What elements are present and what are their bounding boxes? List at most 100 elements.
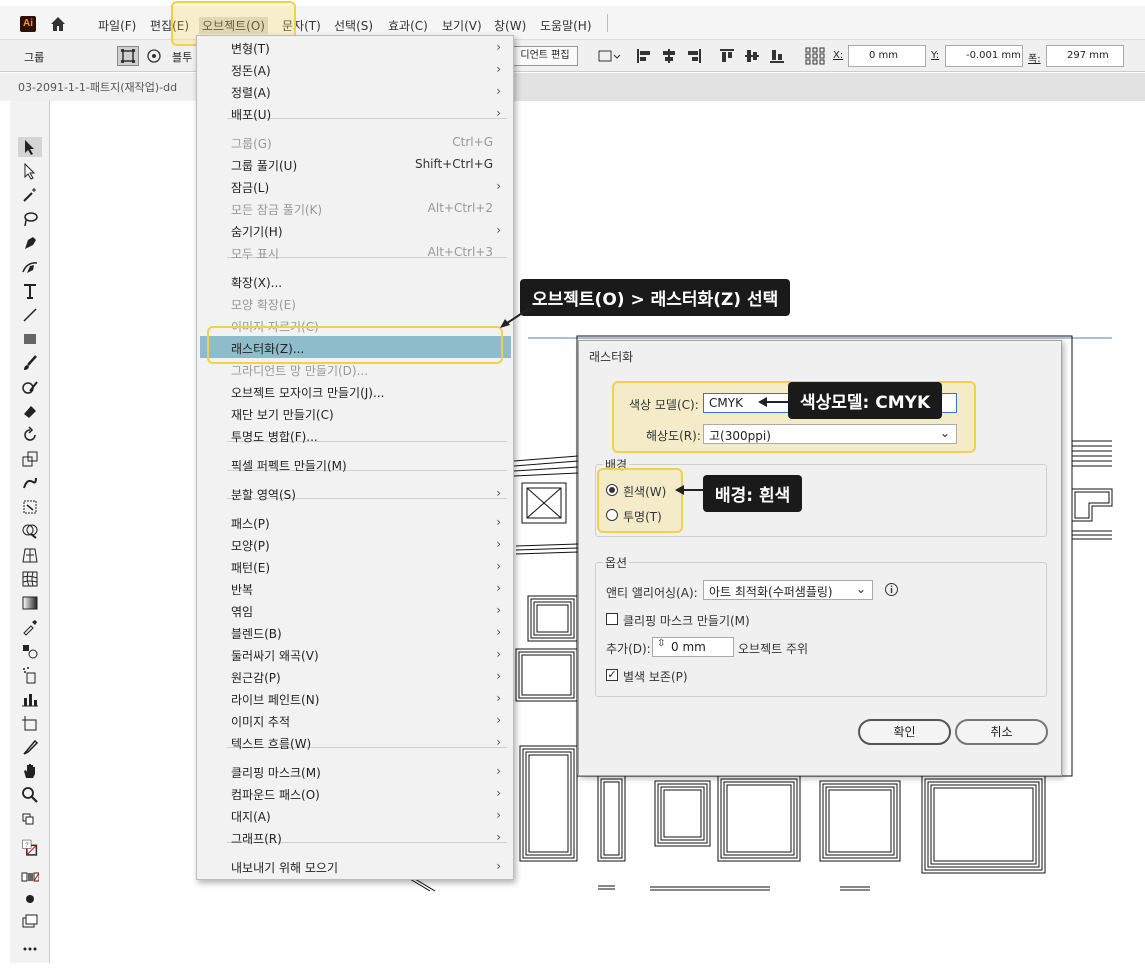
object-menu-item[interactable]: 블렌드(B) xyxy=(231,625,282,642)
object-menu-item[interactable]: 라이브 페인트(N) xyxy=(231,691,319,708)
menu-window[interactable]: 창(W) xyxy=(494,17,526,34)
default-colors-icon[interactable] xyxy=(18,811,42,831)
object-menu-item[interactable]: 그룹 풀기(U) xyxy=(231,157,297,174)
info-icon[interactable] xyxy=(884,582,899,597)
direct-selection-tool-icon[interactable] xyxy=(18,161,42,181)
object-menu-item[interactable]: 대지(A) xyxy=(231,808,271,825)
menu-help[interactable]: 도움말(H) xyxy=(540,17,592,34)
hand-tool-icon[interactable] xyxy=(18,761,42,781)
menu-select[interactable]: 선택(S) xyxy=(334,17,373,34)
object-menu-item[interactable]: 숨기기(H) xyxy=(231,223,283,240)
selection-tool-icon[interactable] xyxy=(18,137,42,157)
perspective-grid-tool-icon[interactable] xyxy=(18,545,42,565)
screen-mode-icon[interactable] xyxy=(18,911,42,931)
object-menu-item[interactable]: 패턴(E) xyxy=(231,559,270,576)
object-menu-item[interactable]: 정렬(A) xyxy=(231,84,271,101)
zoom-tool-icon[interactable] xyxy=(18,785,42,805)
fill-stroke-swatch-icon[interactable]: ? xyxy=(14,831,46,865)
artboard-tool-icon[interactable] xyxy=(18,713,42,733)
submenu-arrow-icon: › xyxy=(496,808,501,822)
stepper-icon[interactable]: ⇳ xyxy=(657,638,665,649)
pen-tool-icon[interactable] xyxy=(18,233,42,253)
object-menu-item[interactable]: 반복 xyxy=(231,581,253,598)
clip-mask-checkbox[interactable] xyxy=(606,613,618,625)
object-menu-item[interactable]: 이미지 추적 xyxy=(231,713,290,730)
cancel-button[interactable]: 취소 xyxy=(955,719,1048,745)
align-right-icon[interactable] xyxy=(686,48,702,64)
document-tab[interactable]: 03-2091-1-1-패트지(재작업)-dd xyxy=(0,73,220,101)
ok-button[interactable]: 확인 xyxy=(858,719,951,745)
align-bottom-icon[interactable] xyxy=(769,48,785,64)
object-menu-item[interactable]: 잠금(L) xyxy=(231,179,269,196)
drawing-mode-icon[interactable] xyxy=(18,889,42,909)
submenu-arrow-icon: › xyxy=(496,786,501,800)
color-mode-icon[interactable] xyxy=(18,867,42,887)
object-menu-item[interactable]: 원근감(P) xyxy=(231,669,281,686)
align-top-icon[interactable] xyxy=(719,48,735,64)
menu-view[interactable]: 보기(V) xyxy=(442,17,482,34)
object-menu-item[interactable]: 배포(U) xyxy=(231,106,271,123)
bg-white-radio[interactable] xyxy=(606,484,618,496)
object-menu-item[interactable]: 재단 보기 만들기(C) xyxy=(231,406,334,423)
home-icon[interactable] xyxy=(49,15,67,33)
mesh-tool-icon[interactable] xyxy=(18,569,42,589)
add-input[interactable]: ⇳ 0 mm xyxy=(652,637,734,657)
x-input[interactable]: 0 mm xyxy=(848,45,926,67)
eraser-tool-icon[interactable] xyxy=(18,401,42,421)
eyedropper-tool-icon[interactable] xyxy=(18,617,42,637)
bg-transparent-radio[interactable] xyxy=(606,509,618,521)
object-menu-item[interactable]: 엮임 xyxy=(231,603,253,620)
edit-gradient-button[interactable]: 디언트 편집 xyxy=(512,46,578,66)
isolate-group-icon[interactable] xyxy=(117,46,139,66)
spot-color-checkbox[interactable]: ✓ xyxy=(606,669,618,681)
object-menu-item[interactable]: 텍스트 흐름(W) xyxy=(231,735,311,752)
rectangle-tool-icon[interactable] xyxy=(18,329,42,349)
y-input[interactable]: -0.001 mm xyxy=(945,45,1023,67)
target-icon[interactable] xyxy=(146,48,162,64)
object-menu-item[interactable]: 분할 영역(S) xyxy=(231,486,296,503)
object-menu-item[interactable]: 투명도 병합(F)... xyxy=(231,428,318,445)
menu-effect[interactable]: 효과(C) xyxy=(388,17,428,34)
object-menu-item[interactable]: 둘러싸기 왜곡(V) xyxy=(231,647,319,664)
align-hcenter-icon[interactable] xyxy=(661,48,677,64)
object-menu-item[interactable]: 정돈(A) xyxy=(231,62,271,79)
object-menu-item[interactable]: 클리핑 마스크(M) xyxy=(231,764,321,781)
object-menu-item[interactable]: 픽셀 퍼펙트 만들기(M) xyxy=(231,457,347,474)
blend-tool-icon[interactable] xyxy=(18,641,42,661)
object-menu-item[interactable]: 모양(P) xyxy=(231,537,270,554)
curvature-tool-icon[interactable] xyxy=(18,257,42,277)
magic-wand-tool-icon[interactable] xyxy=(18,185,42,205)
type-tool-icon[interactable] xyxy=(18,281,42,301)
symbol-sprayer-tool-icon[interactable] xyxy=(18,665,42,685)
shaper-tool-icon[interactable] xyxy=(18,377,42,397)
menu-file[interactable]: 파일(F) xyxy=(98,17,136,34)
object-menu-item[interactable]: 오브젝트 모자이크 만들기(J)... xyxy=(231,384,384,401)
tools-panel: ? xyxy=(10,101,50,963)
graph-tool-icon[interactable] xyxy=(18,689,42,709)
object-menu-item[interactable]: 내보내기 위해 모으기 xyxy=(231,859,338,876)
shape-builder-tool-icon[interactable] xyxy=(18,521,42,541)
object-menu-item[interactable]: 확장(X)... xyxy=(231,274,282,291)
rotate-tool-icon[interactable] xyxy=(18,425,42,445)
align-to-icon[interactable] xyxy=(597,47,623,65)
align-left-icon[interactable] xyxy=(636,48,652,64)
align-vcenter-icon[interactable] xyxy=(744,48,760,64)
slice-tool-icon[interactable] xyxy=(18,737,42,757)
gradient-tool-icon[interactable] xyxy=(18,593,42,613)
object-menu-item[interactable]: 패스(P) xyxy=(231,515,270,532)
more-tools-icon[interactable] xyxy=(18,939,42,959)
lasso-tool-icon[interactable] xyxy=(18,209,42,229)
free-transform-tool-icon[interactable] xyxy=(18,497,42,517)
submenu-arrow-icon: › xyxy=(496,764,501,778)
scale-tool-icon[interactable] xyxy=(18,449,42,469)
reference-point-icon[interactable] xyxy=(804,46,826,66)
warp-tool-icon[interactable] xyxy=(18,473,42,493)
resolution-select[interactable]: 고(300ppi) ⌄ xyxy=(703,424,957,444)
paintbrush-tool-icon[interactable] xyxy=(18,353,42,373)
line-tool-icon[interactable] xyxy=(18,305,42,325)
object-menu-item[interactable]: 그래프(R) xyxy=(231,830,282,847)
object-menu-item[interactable]: 변형(T) xyxy=(231,40,270,57)
width-input[interactable]: 297 mm xyxy=(1046,45,1124,67)
object-menu-item[interactable]: 컴파운드 패스(O) xyxy=(231,786,320,803)
antialias-select[interactable]: 아트 최적화(수퍼샘플링) ⌄ xyxy=(703,580,873,600)
